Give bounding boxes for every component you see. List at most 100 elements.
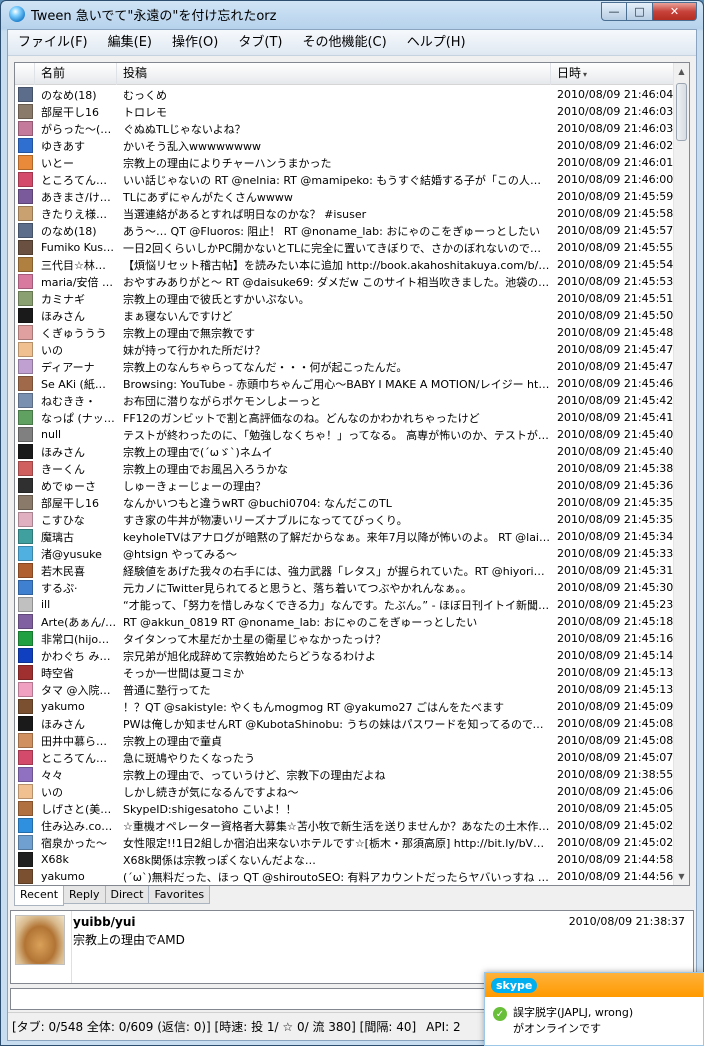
user-avatar[interactable] xyxy=(17,155,33,170)
user-avatar[interactable] xyxy=(17,614,33,629)
row-avatar-cell[interactable] xyxy=(15,325,35,340)
skype-notification[interactable]: skype ✓ 誤字脱字(JAPLJ, wrong) がオンラインです xyxy=(484,972,704,1046)
row-avatar-cell[interactable] xyxy=(15,478,35,493)
timeline-row[interactable]: しげさと(美… SkypeID:shigesatoho こいよ！！ 2010/08/… xyxy=(15,800,675,817)
row-avatar-cell[interactable] xyxy=(15,733,35,748)
timeline-list[interactable]: 名前 投稿 日時 ▾ のなめ(18) むっくめ 2010/08/09 21:46:04… xyxy=(14,62,690,886)
timeline-row[interactable]: ところてん@… 急に斑鳩やりたくなったう 2010/08/09 21:45:07 xyxy=(15,749,675,766)
row-avatar-cell[interactable] xyxy=(15,801,35,816)
user-avatar[interactable] xyxy=(17,308,33,323)
user-avatar[interactable] xyxy=(17,546,33,561)
timeline-row[interactable]: Se AKi (紙… Browsing: YouTube - 赤頭巾ちゃんご用心～… xyxy=(15,375,675,392)
user-avatar[interactable] xyxy=(17,444,33,459)
row-avatar-cell[interactable] xyxy=(15,631,35,646)
row-avatar-cell[interactable] xyxy=(15,240,35,255)
row-avatar-cell[interactable] xyxy=(15,257,35,272)
column-header-name[interactable]: 名前 xyxy=(35,63,117,85)
user-avatar[interactable] xyxy=(17,750,33,765)
row-avatar-cell[interactable] xyxy=(15,597,35,612)
timeline-row[interactable]: ほみさん 宗教上の理由で(´ωゞ`)ネムイ 2010/08/09 21:45:40 xyxy=(15,443,675,460)
timeline-row[interactable]: カミナギ 宗教上の理由で彼氏とすかいぷない。 2010/08/09 21:45:51 xyxy=(15,290,675,307)
menu-help[interactable]: ヘルプ(H) xyxy=(397,32,476,54)
timeline-row[interactable]: 部屋干し16 トロレモ 2010/08/09 21:46:03 xyxy=(15,103,675,120)
user-avatar[interactable] xyxy=(17,257,33,272)
timeline-row[interactable]: ゆきあす かいそう乱入wwwwwwww 2010/08/09 21:46:02 xyxy=(15,137,675,154)
row-avatar-cell[interactable] xyxy=(15,104,35,119)
user-avatar[interactable] xyxy=(17,274,33,289)
user-avatar[interactable] xyxy=(17,478,33,493)
row-avatar-cell[interactable] xyxy=(15,835,35,850)
timeline-row[interactable]: 三代目☆林… 【煩悩リセット稽古帖】を読みたい本に追加 http://book.a… xyxy=(15,256,675,273)
user-avatar[interactable] xyxy=(17,682,33,697)
detail-avatar[interactable] xyxy=(15,915,65,965)
user-avatar[interactable] xyxy=(17,512,33,527)
timeline-row[interactable]: yakumo (´ω`)無料だった、ほっ QT @shiroutoSEO: 有料ア… xyxy=(15,868,675,885)
row-avatar-cell[interactable] xyxy=(15,699,35,714)
user-avatar[interactable] xyxy=(17,410,33,425)
column-header-post[interactable]: 投稿 xyxy=(117,63,551,85)
row-avatar-cell[interactable] xyxy=(15,427,35,442)
timeline-row[interactable]: あきまさ/けい… TLにあずにゃんがたくさんwwww 2010/08/09 21:4… xyxy=(15,188,675,205)
user-avatar[interactable] xyxy=(17,631,33,646)
timeline-row[interactable]: いの 妹が持って行かれた所だけ？ 2010/08/09 21:45:47 xyxy=(15,341,675,358)
user-avatar[interactable] xyxy=(17,359,33,374)
minimize-button[interactable]: — xyxy=(601,2,627,21)
row-avatar-cell[interactable] xyxy=(15,750,35,765)
scrollbar-thumb[interactable] xyxy=(676,83,687,141)
timeline-row[interactable]: Fumiko Kus… 一日2回くらいしかPC開かないとTLに完全に置いてきぼりで… xyxy=(15,239,675,256)
row-avatar-cell[interactable] xyxy=(15,359,35,374)
user-avatar[interactable] xyxy=(17,87,33,102)
timeline-row[interactable]: 住み込み.co… ☆重機オペレーター資格者大募集☆苫小牧で新生活を送りませんか？あ… xyxy=(15,817,675,834)
timeline-row[interactable]: いの しかし続きが気になるんですよね～ 2010/08/09 21:45:06 xyxy=(15,783,675,800)
row-avatar-cell[interactable] xyxy=(15,665,35,680)
row-avatar-cell[interactable] xyxy=(15,308,35,323)
timeline-row[interactable]: 々々 宗教上の理由で、っていうけど、宗教下の理由だよね 2010/08/09 21:… xyxy=(15,766,675,783)
timeline-row[interactable]: かわぐち みさと 宗兄弟が旭化成辞めて宗教始めたらどうなるわけよ 2010/08/0… xyxy=(15,647,675,664)
row-avatar-cell[interactable] xyxy=(15,648,35,663)
timeline-row[interactable]: なっぱ (ナッ… FF12のガンビットで割と高評価なのね。どんなのかわかれちゃった… xyxy=(15,409,675,426)
user-avatar[interactable] xyxy=(17,784,33,799)
maximize-button[interactable]: □ xyxy=(627,2,653,21)
user-avatar[interactable] xyxy=(17,223,33,238)
row-avatar-cell[interactable] xyxy=(15,529,35,544)
timeline-row[interactable]: ill “才能って、「努力を惜しみなくできる力」なんです。たぶん。” - ほぼ日刊… xyxy=(15,596,675,613)
tab-direct[interactable]: Direct xyxy=(104,886,150,904)
user-avatar[interactable] xyxy=(17,869,33,884)
tab-reply[interactable]: Reply xyxy=(63,886,106,904)
scroll-up-arrow-icon[interactable]: ▲ xyxy=(674,63,689,80)
user-avatar[interactable] xyxy=(17,342,33,357)
row-avatar-cell[interactable] xyxy=(15,172,35,187)
user-avatar[interactable] xyxy=(17,427,33,442)
user-avatar[interactable] xyxy=(17,138,33,153)
row-avatar-cell[interactable] xyxy=(15,767,35,782)
row-avatar-cell[interactable] xyxy=(15,393,35,408)
user-avatar[interactable] xyxy=(17,699,33,714)
row-avatar-cell[interactable] xyxy=(15,274,35,289)
detail-user-name[interactable]: yuibb/yui xyxy=(73,915,136,929)
user-avatar[interactable] xyxy=(17,767,33,782)
row-avatar-cell[interactable] xyxy=(15,410,35,425)
tab-recent[interactable]: Recent xyxy=(14,886,65,906)
menu-file[interactable]: ファイル(F) xyxy=(8,32,98,54)
timeline-row[interactable]: 非常口(hijo… タイタンって木星だか土星の衛星じゃなかったっけ？ 2010/08… xyxy=(15,630,675,647)
row-avatar-cell[interactable] xyxy=(15,818,35,833)
user-avatar[interactable] xyxy=(17,648,33,663)
timeline-row[interactable]: めでゅーさ しゅーきょーじょーの理由？ 2010/08/09 21:45:36 xyxy=(15,477,675,494)
timeline-row[interactable]: するぷ· 元カノにTwitter見られてると思うと、落ち着いてつぶやかれんなぁ。。… xyxy=(15,579,675,596)
user-avatar[interactable] xyxy=(17,716,33,731)
timeline-row[interactable]: のなめ(18) むっくめ 2010/08/09 21:46:04 xyxy=(15,86,675,103)
user-avatar[interactable] xyxy=(17,189,33,204)
timeline-row[interactable]: タマ @入院… 普通に塾行ってた 2010/08/09 21:45:13 xyxy=(15,681,675,698)
timeline-row[interactable]: X68k X68k関係は宗教っぽくないんだよな… 2010/08/09 21:44:… xyxy=(15,851,675,868)
menu-operation[interactable]: 操作(O) xyxy=(162,32,228,54)
menu-tab[interactable]: タブ(T) xyxy=(228,32,292,54)
user-avatar[interactable] xyxy=(17,733,33,748)
row-avatar-cell[interactable] xyxy=(15,376,35,391)
row-avatar-cell[interactable] xyxy=(15,206,35,221)
timeline-row[interactable]: ほみさん まぁ寝ないんですけど 2010/08/09 21:45:50 xyxy=(15,307,675,324)
row-avatar-cell[interactable] xyxy=(15,784,35,799)
user-avatar[interactable] xyxy=(17,325,33,340)
title-bar[interactable]: Tween 急いでて"永遠の"を付け忘れたorz — □ ✕ xyxy=(1,1,703,27)
row-avatar-cell[interactable] xyxy=(15,495,35,510)
menu-edit[interactable]: 編集(E) xyxy=(98,32,162,54)
